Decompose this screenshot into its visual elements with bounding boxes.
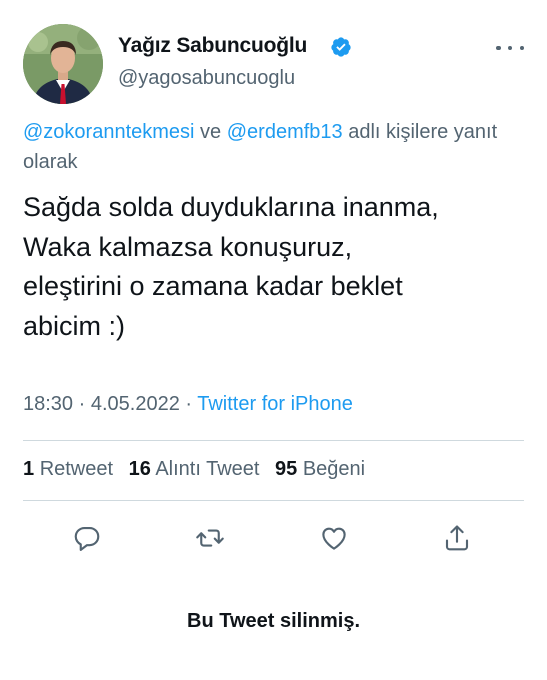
author-name[interactable]: Yağız Sabuncuoğlu	[118, 34, 307, 58]
tweet-text: Sağda solda duyduklarına inanma, Waka ka…	[23, 188, 533, 346]
quotes-label: Alıntı Tweet	[155, 458, 260, 480]
likes-count: 95	[275, 458, 298, 480]
action-bar	[0, 516, 547, 560]
retweet-icon	[196, 529, 224, 547]
tweet-source-link[interactable]: Twitter for iPhone	[197, 393, 353, 415]
engagement-stats: 1 Retweet 16 Alıntı Tweet 95 Beğeni	[23, 458, 375, 481]
verified-badge-icon	[331, 37, 351, 57]
share-icon	[445, 525, 469, 551]
reply-button[interactable]	[71, 522, 103, 554]
mention-link-2[interactable]: @erdemfb13	[227, 121, 343, 143]
tweet-text-line: Waka kalmazsa konuşuruz,	[23, 231, 353, 262]
likes-stat[interactable]: 95 Beğeni	[275, 458, 365, 480]
avatar-photo-icon	[23, 24, 103, 104]
like-button[interactable]	[318, 522, 350, 554]
tweet-metadata: 18:30 · 4.05.2022 · Twitter for iPhone	[23, 393, 353, 416]
retweet-button[interactable]	[194, 522, 226, 554]
retweets-label: Retweet	[39, 458, 114, 480]
more-options-icon[interactable]	[496, 36, 524, 60]
reply-joiner: ve	[194, 121, 227, 143]
tweet-text-line: Sağda solda duyduklarına inanma,	[23, 192, 439, 222]
quotes-count: 16	[128, 458, 151, 480]
reply-icon	[74, 526, 100, 551]
retweets-count: 1	[23, 458, 35, 480]
likes-label: Beğeni	[302, 458, 366, 480]
quotes-stat[interactable]: 16 Alıntı Tweet	[129, 458, 260, 480]
more-dot	[519, 45, 524, 51]
tweet-date[interactable]: 4.05.2022	[91, 393, 180, 415]
deleted-notice: Bu Tweet silinmiş.	[187, 610, 360, 632]
more-dot	[507, 45, 513, 51]
author-avatar[interactable]	[23, 24, 103, 104]
meta-separator: ·	[179, 393, 198, 415]
retweets-stat[interactable]: 1 Retweet	[23, 458, 113, 480]
tweet-text-line: eleştirini o zamana kadar beklet	[23, 271, 403, 301]
meta-separator: ·	[73, 393, 91, 415]
mention-link-1[interactable]: @zokoranntekmesi	[23, 121, 194, 143]
divider	[23, 500, 524, 501]
share-button[interactable]	[441, 522, 473, 554]
tweet-text-line: abicim :)	[23, 310, 126, 341]
tweet-time[interactable]: 18:30	[23, 393, 73, 415]
divider	[23, 440, 524, 441]
heart-icon	[322, 527, 346, 550]
more-dot	[496, 45, 501, 51]
author-handle[interactable]: @yagosabuncuoglu	[118, 67, 295, 90]
tweet-card: Yağız Sabuncuoğlu @yagosabuncuoglu @zoko…	[0, 0, 547, 680]
reply-context: @zokoranntekmesi ve @erdemfb13 adlı kişi…	[23, 117, 523, 177]
